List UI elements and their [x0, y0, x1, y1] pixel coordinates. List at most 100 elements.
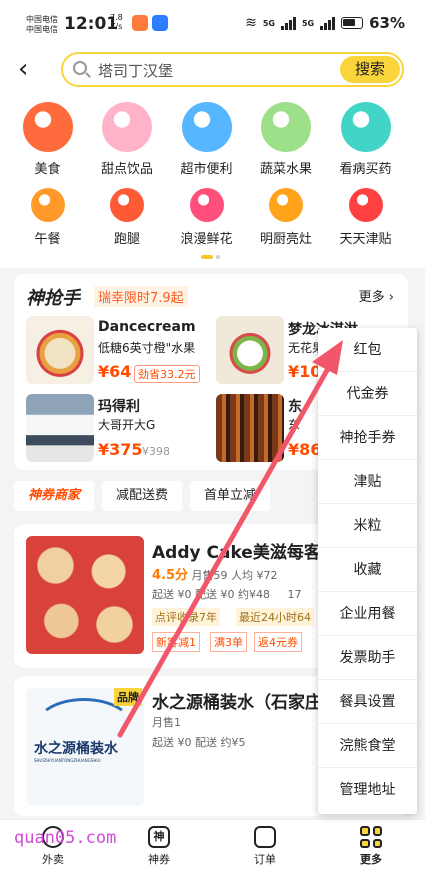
shop-delivery: 起送 ¥0 配送 约¥5 — [152, 736, 246, 749]
category-label: 蔬菜水果 — [259, 162, 312, 177]
shop-distance: 17 — [287, 588, 302, 601]
category-label: 天天津贴 — [339, 232, 392, 247]
medicine-box-icon — [340, 102, 391, 152]
castle-cake-image[interactable] — [26, 394, 94, 462]
brand-badge: 品牌 — [114, 688, 142, 706]
category-item[interactable]: 跑腿 — [88, 188, 167, 247]
search-button[interactable]: 搜索 — [340, 56, 400, 83]
back-icon[interactable]: ‹ — [18, 56, 28, 82]
category-grid: 美食 甜点饮品 超市便利 蔬菜水果 看病买药 午餐 跑腿 浪漫鲜花 明厨亮灶 天天津贴 — [0, 98, 425, 268]
savings-badge: 劲省33.2元 — [134, 365, 200, 383]
battery-icon — [341, 17, 364, 29]
network-type-2: 5G — [301, 18, 315, 28]
tab-more[interactable]: 更多 — [318, 820, 424, 873]
category-item[interactable]: 超市便利 — [167, 102, 246, 177]
deal-price: ¥64 — [98, 362, 132, 381]
battery-percent: 63% — [369, 14, 405, 32]
more-menu: 红包 代金券 神抢手券 津贴 米粒 收藏 企业用餐 发票助手 餐具设置 浣熊食堂 管理地址 — [318, 328, 417, 814]
tab-orders[interactable]: 订单 — [212, 820, 318, 873]
menu-item[interactable]: 管理地址 — [318, 768, 417, 812]
search-input[interactable]: 塔司丁汉堡 — [98, 60, 173, 81]
category-label: 甜点饮品 — [100, 162, 153, 177]
wifi-icon: ≋ — [245, 15, 257, 31]
chip-coupon-merchants[interactable]: 神券商家 — [14, 481, 95, 511]
search-icon — [73, 61, 87, 75]
tab-label: 外卖 — [42, 853, 64, 866]
lunch-bowl-icon — [30, 188, 65, 222]
menu-item[interactable]: 企业用餐 — [318, 592, 417, 636]
menu-item[interactable]: 收藏 — [318, 548, 417, 592]
category-item[interactable]: 甜点饮品 — [88, 102, 167, 177]
speed-value: 7.8 — [110, 13, 123, 22]
deal-name: Dancecream — [98, 319, 196, 335]
deal-price: ¥86 — [288, 440, 322, 459]
tab-coupons[interactable]: 神 神券 — [106, 820, 212, 873]
chip-reduced-delivery[interactable]: 减配送费 — [102, 481, 183, 511]
menu-item[interactable]: 浣熊食堂 — [318, 724, 417, 768]
category-label: 跑腿 — [113, 232, 140, 247]
original-price: ¥398 — [142, 445, 170, 458]
shop-sales: 月售59 — [191, 569, 228, 582]
status-bar: 中国电信 中国电信 12:01 7.8 K/s ≋ 5G 5G 63% — [0, 0, 425, 44]
order-icon — [254, 826, 276, 848]
search-bar: ‹ 塔司丁汉堡 搜索 — [0, 44, 425, 98]
menu-item[interactable]: 红包 — [318, 328, 417, 372]
carrier-1: 中国电信 — [26, 15, 58, 24]
deal-desc: 大哥开大G — [98, 418, 156, 432]
coupon-icon: 神 — [148, 826, 170, 848]
network-speed: 7.8 K/s — [110, 13, 123, 31]
page-indicator — [201, 255, 220, 259]
flash-sale-tag: 瑞幸限时7.9起 — [94, 286, 188, 307]
deal-name: 东 — [288, 399, 302, 415]
menu-item[interactable]: 发票助手 — [318, 636, 417, 680]
carrier-2: 中国电信 — [26, 25, 58, 34]
tab-label: 更多 — [360, 853, 382, 866]
search-box[interactable]: 塔司丁汉堡 搜索 — [61, 52, 404, 87]
delivery-info: 起送 ¥0 配送 ¥0 约¥48 — [152, 588, 270, 601]
category-label: 看病买药 — [339, 162, 392, 177]
red-envelope-icon — [348, 188, 383, 222]
deal-price: ¥10 — [288, 362, 322, 381]
speed-unit: K/s — [110, 22, 123, 31]
noodle-bowl-icon — [22, 102, 73, 152]
menu-item[interactable]: 餐具设置 — [318, 680, 417, 724]
category-label: 超市便利 — [180, 162, 233, 177]
shop-tag: 点评收录7年 — [152, 608, 220, 626]
skewers-image[interactable] — [216, 394, 284, 462]
shop-logo-text: 水之源桶装水 — [34, 741, 118, 757]
menu-item[interactable]: 米粒 — [318, 504, 417, 548]
category-item[interactable]: 天天津贴 — [326, 188, 405, 247]
ice-cream-cake-image[interactable] — [216, 316, 284, 384]
category-label: 明厨亮灶 — [259, 232, 312, 247]
category-label: 午餐 — [34, 232, 61, 247]
status-right: ≋ 5G 5G 63% — [245, 14, 405, 32]
deal-desc: 东 — [288, 418, 301, 432]
category-item[interactable]: 浪漫鲜花 — [167, 188, 246, 247]
promo-tag: 新客减1 — [152, 632, 200, 652]
category-item[interactable]: 看病买药 — [326, 102, 405, 177]
shop-sales: 月售1 — [152, 716, 181, 729]
camera-icon — [269, 188, 303, 222]
signal-icon-2 — [320, 16, 336, 30]
cake-icon — [102, 102, 152, 152]
category-item[interactable]: 美食 — [8, 102, 87, 177]
shop-image[interactable] — [26, 536, 144, 654]
flash-sale-title: 神抢手 — [26, 288, 80, 309]
category-item[interactable]: 蔬菜水果 — [247, 102, 326, 177]
flash-sale-more-link[interactable]: 更多 › — [359, 286, 394, 305]
shop-avg-price: 人均 ¥72 — [231, 569, 278, 582]
category-item[interactable]: 明厨亮灶 — [247, 188, 326, 247]
promo-tag: 返4元券 — [254, 632, 302, 652]
shop-delivery: 起送 ¥0 配送 ¥0 约¥48 17 — [152, 586, 301, 602]
menu-item[interactable]: 代金券 — [318, 372, 417, 416]
shop-rating: 4.5分 — [152, 568, 189, 583]
watermark: quan05.com — [14, 828, 117, 848]
chip-first-order[interactable]: 首单立减 — [190, 481, 271, 511]
tab-label: 订单 — [254, 853, 276, 866]
shop-logo-subtext: SHUIZHIYUANTONGZHUANGSHUI — [34, 758, 101, 763]
menu-item[interactable]: 神抢手券 — [318, 416, 417, 460]
category-item[interactable]: 午餐 — [8, 188, 87, 247]
category-label: 美食 — [34, 162, 61, 177]
menu-item[interactable]: 津贴 — [318, 460, 417, 504]
cake-image[interactable] — [26, 316, 94, 384]
